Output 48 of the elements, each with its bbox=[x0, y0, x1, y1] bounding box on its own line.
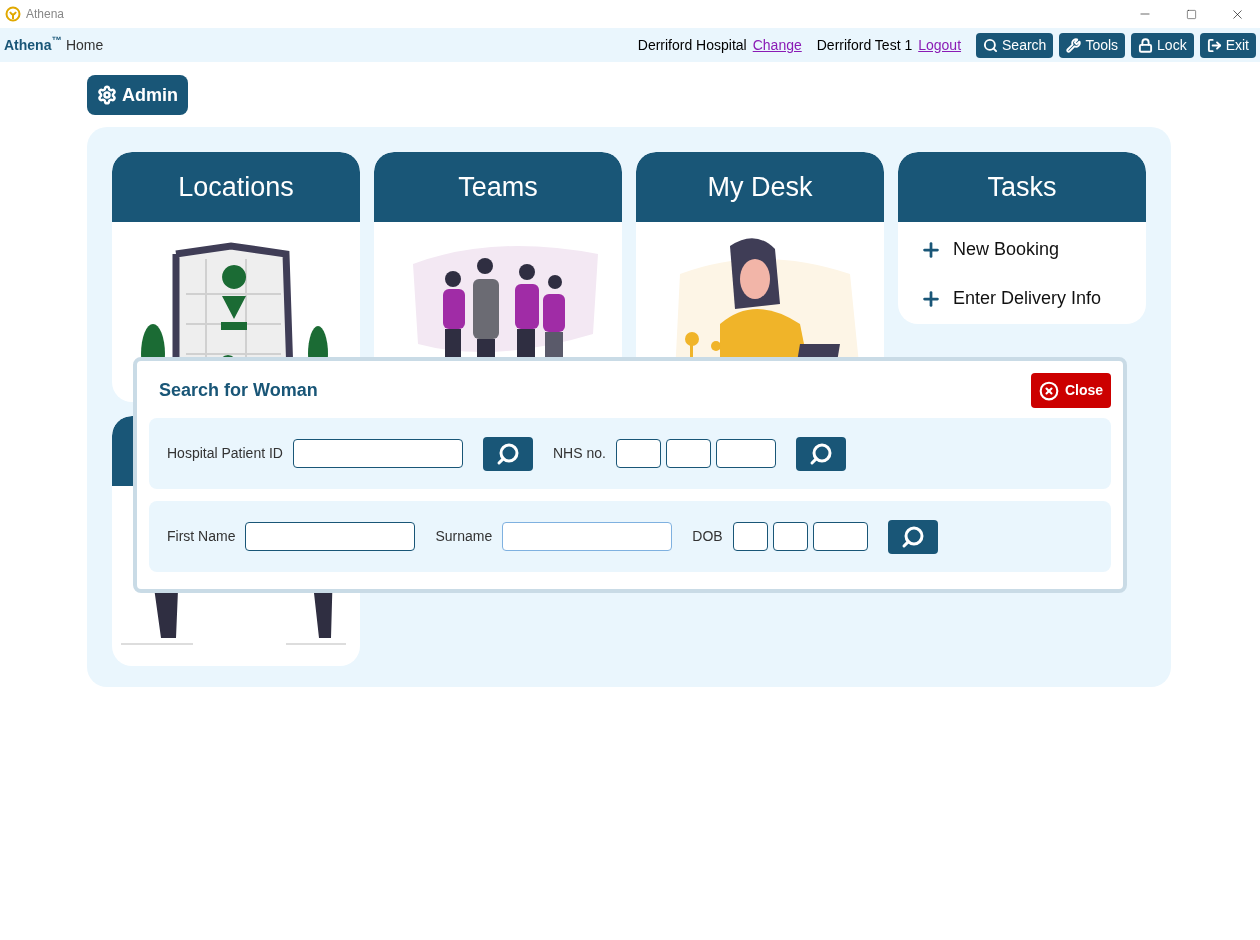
maximize-icon bbox=[1185, 8, 1197, 20]
dialog-title: Search for Woman bbox=[159, 379, 318, 402]
lock-icon bbox=[1138, 37, 1154, 53]
header-button[interactable]: Tools bbox=[1059, 32, 1126, 58]
header-button[interactable]: Lock bbox=[1131, 32, 1194, 58]
task-link[interactable]: Enter Delivery Info bbox=[920, 285, 1146, 312]
user-name: Derriford Test 1 bbox=[816, 35, 913, 55]
search-icon bbox=[808, 441, 833, 466]
card-title[interactable]: Teams bbox=[458, 166, 538, 208]
logout-link[interactable]: Logout bbox=[918, 34, 962, 56]
search-button[interactable] bbox=[482, 436, 533, 471]
field-label: NHS no. bbox=[552, 444, 606, 463]
input-field[interactable] bbox=[772, 522, 808, 551]
search-button[interactable] bbox=[887, 519, 938, 554]
input-field[interactable] bbox=[715, 439, 776, 468]
field-label: Hospital Patient ID bbox=[167, 444, 283, 463]
card-title[interactable]: Tasks bbox=[987, 166, 1057, 208]
input-field[interactable] bbox=[732, 522, 768, 551]
close-button[interactable]: Close bbox=[1030, 373, 1111, 408]
input-field[interactable] bbox=[665, 439, 711, 468]
header-button[interactable]: Exit bbox=[1199, 32, 1256, 58]
app-logo-icon bbox=[5, 6, 21, 22]
input-field[interactable] bbox=[245, 522, 416, 551]
close-icon bbox=[1038, 380, 1059, 401]
page-title: Home bbox=[65, 35, 104, 55]
search-icon bbox=[983, 37, 999, 53]
settings-icon bbox=[97, 85, 117, 105]
change-link[interactable]: Change bbox=[752, 34, 802, 56]
hospital-name: Derriford Hospital bbox=[637, 35, 747, 55]
card-title[interactable]: My Desk bbox=[707, 166, 813, 208]
field-label: First Name bbox=[167, 527, 236, 546]
search-icon bbox=[495, 441, 520, 466]
input-field[interactable] bbox=[812, 522, 868, 551]
input-field[interactable] bbox=[615, 439, 661, 468]
task-link[interactable]: New Booking bbox=[920, 236, 1146, 263]
field-label: Surname bbox=[435, 527, 493, 546]
search-icon bbox=[900, 524, 925, 549]
wrench-icon bbox=[1066, 37, 1082, 53]
field-label: DOB bbox=[692, 527, 723, 546]
header-button[interactable]: Search bbox=[976, 32, 1054, 58]
window-title: Athena bbox=[26, 6, 65, 23]
exit-icon bbox=[1206, 37, 1222, 53]
admin-button[interactable]: Admin bbox=[87, 75, 188, 115]
input-field[interactable] bbox=[502, 522, 673, 551]
brand-name: Athena$^{™}$ bbox=[4, 34, 62, 55]
search-button[interactable] bbox=[795, 436, 846, 471]
input-field[interactable] bbox=[292, 439, 463, 468]
card-title[interactable]: Locations bbox=[178, 166, 294, 208]
